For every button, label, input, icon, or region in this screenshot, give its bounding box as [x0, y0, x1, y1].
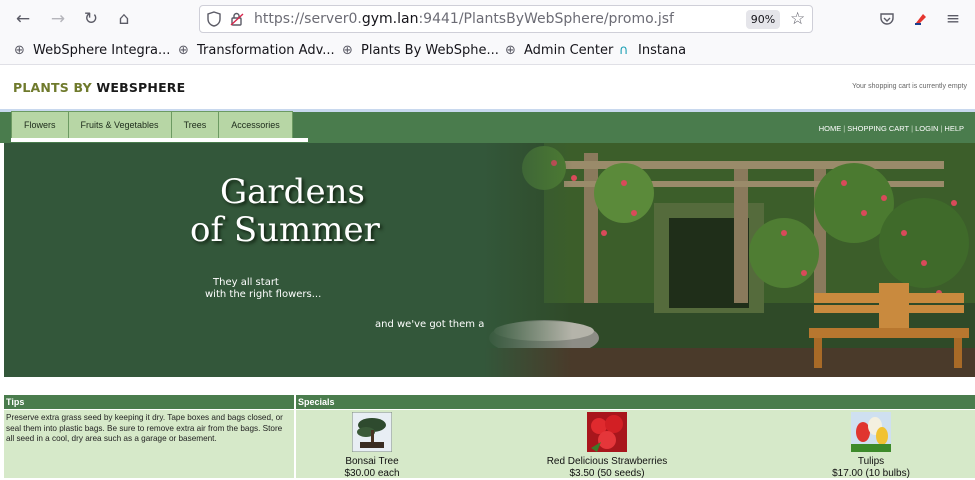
url-suffix: :9441/PlantsByWebSphere/promo.jsf [418, 11, 674, 27]
bookmark-instana[interactable]: ∩ Instana [619, 42, 686, 60]
bookmarks-bar: ⊕ WebSphere Integra... ⊕ Transformation Ad… [0, 38, 975, 65]
tips-heading: Tips [4, 395, 294, 409]
bookmark-admin-center[interactable]: ⊕ Admin Center [505, 42, 613, 60]
site-logo[interactable]: PLANTS BY WEBSPHERE [13, 80, 185, 95]
bookmark-label: Admin Center [524, 43, 614, 58]
bonsai-tree-image[interactable] [352, 412, 392, 452]
garden-pergola-image [484, 143, 975, 377]
link-separator: | [940, 124, 943, 133]
home-icon[interactable]: ⌂ [111, 7, 137, 31]
link-login[interactable]: LOGIN [915, 124, 938, 133]
bookmark-label: WebSphere Integra... [33, 43, 171, 58]
zoom-level-badge[interactable]: 90% [746, 10, 780, 29]
extension-icon[interactable] [910, 8, 932, 30]
top-links: HOME | SHOPPING CART | LOGIN | HELP [818, 124, 965, 133]
bookmark-websphere-integration[interactable]: ⊕ WebSphere Integra... [14, 42, 170, 60]
link-separator: | [843, 124, 846, 133]
shield-icon[interactable] [206, 11, 222, 27]
link-shopping-cart[interactable]: SHOPPING CART [847, 124, 909, 133]
bookmark-star-icon[interactable]: ☆ [790, 9, 805, 29]
pocket-icon[interactable] [876, 8, 898, 30]
promo-banner[interactable]: Gardens of Summer They all start with th… [4, 143, 975, 377]
browser-toolbar: ← → ↻ ⌂ https://server0.gym.lan:9441/Pla… [0, 0, 975, 38]
globe-icon: ⊕ [178, 43, 189, 58]
strawberries-image[interactable] [587, 412, 627, 452]
link-separator: | [911, 124, 914, 133]
url-prefix: https://server0. [254, 11, 362, 27]
banner-subtitle: They all start with the right flowers... [205, 277, 321, 301]
web-page: PLANTS BY WEBSPHERE Your shopping cart i… [0, 65, 975, 480]
tips-text: Preserve extra grass seed by keeping it … [4, 410, 294, 478]
bookmark-label: Plants By WebSphe... [361, 43, 499, 58]
tab-fruits-vegetables[interactable]: Fruits & Vegetables [69, 112, 172, 139]
globe-icon: ⊕ [342, 43, 353, 58]
banner-subtitle-line1: They all start [213, 277, 279, 288]
back-arrow-icon[interactable]: ← [10, 7, 36, 31]
category-tabs: Flowers Fruits & Vegetables Trees Access… [11, 111, 293, 139]
url-domain: gym.lan [361, 11, 419, 27]
logo-part2: WEBSPHERE [96, 80, 186, 95]
banner-title-line1: Gardens [220, 172, 365, 212]
tulips-image[interactable] [851, 412, 891, 452]
logo-part1: PLANTS BY [13, 80, 97, 95]
link-home[interactable]: HOME [819, 124, 842, 133]
bookmark-plants-by-websphere[interactable]: ⊕ Plants By WebSphe... [342, 42, 499, 60]
banner-subtitle-line2: with the right flowers... [205, 289, 322, 300]
forward-arrow-icon[interactable]: → [45, 7, 71, 31]
banner-title-line2: of Summer [190, 210, 380, 250]
tab-accessories[interactable]: Accessories [219, 112, 292, 139]
product-name[interactable]: Red Delicious Strawberries [507, 456, 707, 468]
banner-title: Gardens of Summer [190, 173, 380, 249]
product-name[interactable]: Bonsai Tree [272, 456, 472, 468]
url-text[interactable]: https://server0.gym.lan:9441/PlantsByWeb… [254, 10, 674, 28]
product-price: $30.00 each [344, 468, 400, 479]
tab-underline [11, 138, 308, 142]
menu-icon[interactable]: ≡ [942, 8, 964, 30]
product-name[interactable]: Tulips [771, 456, 971, 468]
product-strawberries[interactable]: Red Delicious Strawberries $3.50 (50 see… [507, 410, 707, 480]
link-help[interactable]: HELP [944, 124, 964, 133]
tab-flowers[interactable]: Flowers [12, 112, 69, 139]
globe-icon: ⊕ [14, 43, 25, 58]
instana-icon: ∩ [619, 43, 629, 58]
product-tulips[interactable]: Tulips $17.00 (10 bulbs) [771, 410, 971, 480]
bookmark-transformation-advisor[interactable]: ⊕ Transformation Adv... [178, 42, 335, 60]
globe-icon: ⊕ [505, 43, 516, 58]
specials-panel: Bonsai Tree $30.00 each Red Delicious St… [296, 410, 975, 480]
address-bar[interactable]: https://server0.gym.lan:9441/PlantsByWeb… [199, 5, 813, 33]
bookmark-label: Instana [638, 43, 687, 58]
banner-tagline: and we've got them all [375, 319, 490, 330]
cart-status-text: Your shopping cart is currently empty [852, 83, 967, 90]
reload-icon[interactable]: ↻ [78, 7, 104, 31]
lock-warning-icon[interactable] [229, 11, 245, 27]
specials-heading: Specials [296, 395, 975, 409]
bookmark-label: Transformation Adv... [197, 43, 335, 58]
tab-trees[interactable]: Trees [172, 112, 220, 139]
product-bonsai-tree[interactable]: Bonsai Tree $30.00 each [272, 410, 472, 480]
product-price: $3.50 (50 seeds) [569, 468, 645, 479]
product-price: $17.00 (10 bulbs) [832, 468, 910, 479]
